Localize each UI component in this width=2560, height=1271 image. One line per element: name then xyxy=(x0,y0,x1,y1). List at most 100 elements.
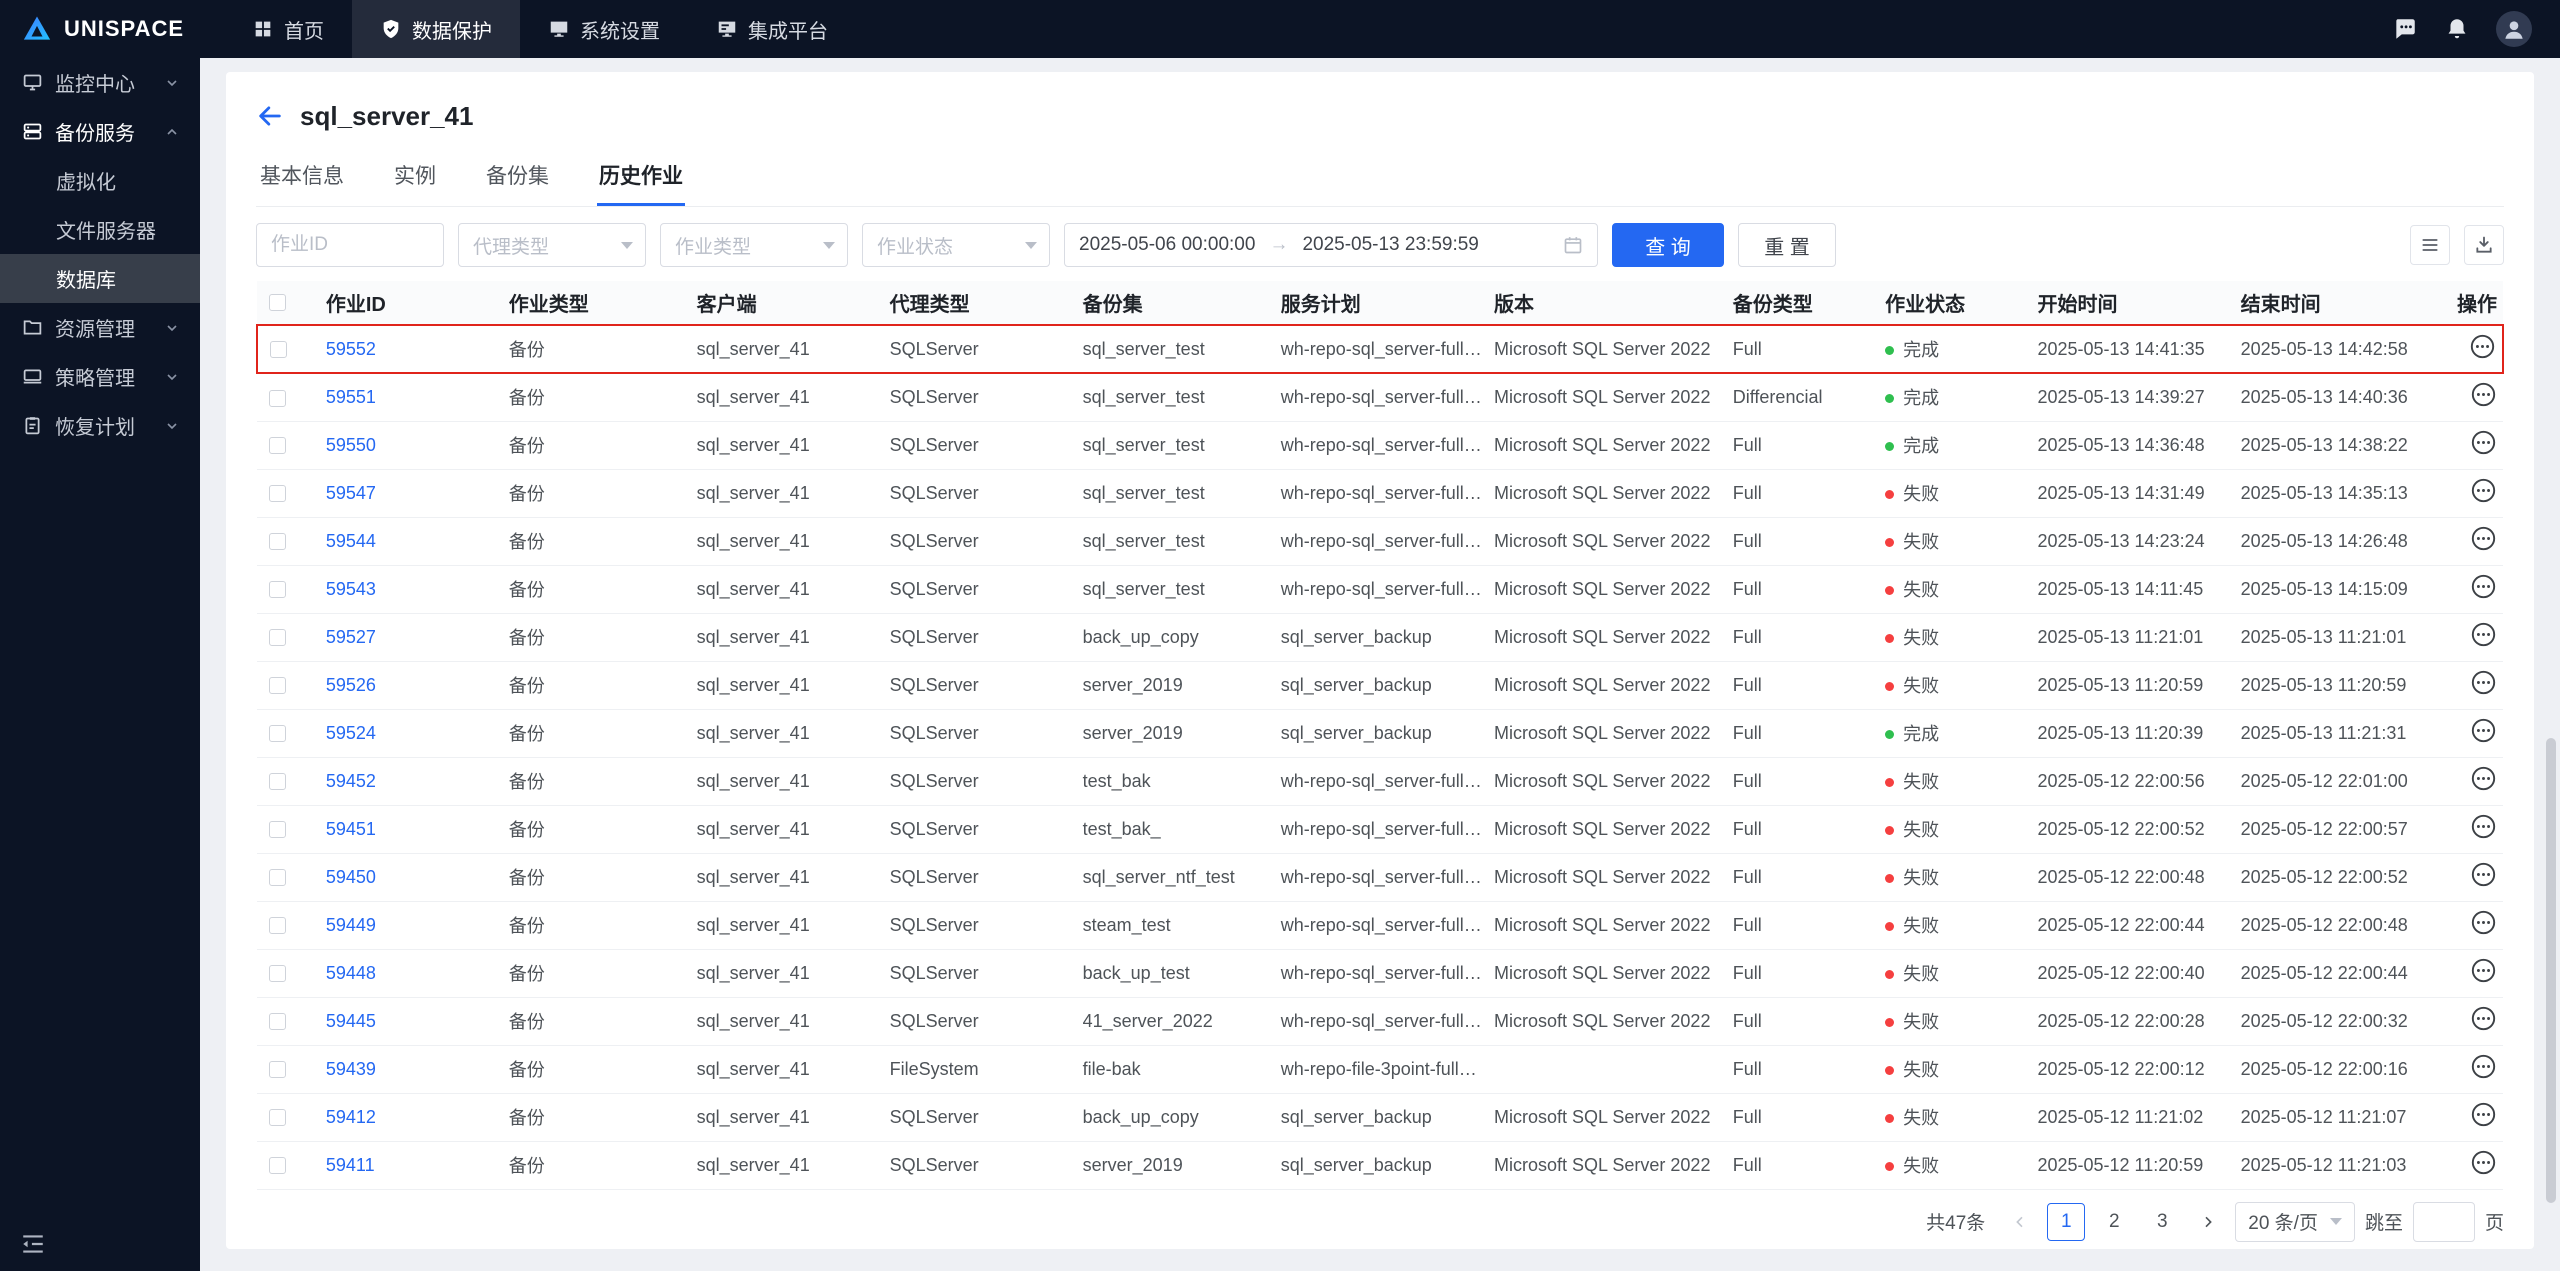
row-checkbox[interactable] xyxy=(269,437,286,454)
row-checkbox[interactable] xyxy=(269,485,286,502)
user-avatar[interactable] xyxy=(2496,11,2532,47)
folder-icon xyxy=(22,317,43,338)
export-button[interactable] xyxy=(2464,225,2504,265)
page-button-3[interactable]: 3 xyxy=(2143,1203,2181,1241)
home-grid-icon xyxy=(252,18,274,40)
job-id-link[interactable]: 59526 xyxy=(326,675,376,695)
row-more-actions-button[interactable] xyxy=(2470,957,2497,984)
row-more-actions-button[interactable] xyxy=(2469,333,2496,360)
topnav-data-protection[interactable]: 数据保护 xyxy=(352,0,520,58)
agent-type-select[interactable]: 代理类型 xyxy=(458,223,646,267)
sidebar-item-resource-management[interactable]: 资源管理 xyxy=(0,303,200,352)
row-more-actions-button[interactable] xyxy=(2470,861,2497,888)
tab-history-jobs[interactable]: 历史作业 xyxy=(597,150,685,206)
collapse-sidebar-icon[interactable] xyxy=(20,1231,46,1257)
tab-instances[interactable]: 实例 xyxy=(392,150,438,206)
page-size-select[interactable]: 20 条/页 xyxy=(2235,1202,2355,1242)
job-id-link[interactable]: 59547 xyxy=(326,483,376,503)
job-id-link[interactable]: 59550 xyxy=(326,435,376,455)
job-id-link[interactable]: 59544 xyxy=(326,531,376,551)
job-id-input[interactable] xyxy=(256,223,444,267)
job-id-link[interactable]: 59543 xyxy=(326,579,376,599)
row-more-actions-button[interactable] xyxy=(2470,1053,2497,1080)
job-type-select[interactable]: 作业类型 xyxy=(660,223,848,267)
job-id-link[interactable]: 59445 xyxy=(326,1011,376,1031)
row-more-actions-button[interactable] xyxy=(2470,717,2497,744)
row-checkbox[interactable] xyxy=(269,390,286,407)
jobs-table: 作业ID 作业类型 客户端 代理类型 备份集 服务计划 版本 备份类型 作业状态… xyxy=(256,281,2504,1190)
job-status-select[interactable]: 作业状态 xyxy=(862,223,1050,267)
row-checkbox[interactable] xyxy=(269,773,286,790)
row-more-actions-button[interactable] xyxy=(2470,813,2497,840)
row-more-actions-button[interactable] xyxy=(2470,525,2497,552)
tab-backup-sets[interactable]: 备份集 xyxy=(484,150,551,206)
job-id-link[interactable]: 59452 xyxy=(326,771,376,791)
date-range-picker[interactable]: 2025-05-06 00:00:00 → 2025-05-13 23:59:5… xyxy=(1064,223,1598,267)
row-checkbox[interactable] xyxy=(269,677,286,694)
job-id-link[interactable]: 59524 xyxy=(326,723,376,743)
sidebar-subitem-virtualization[interactable]: 虚拟化 xyxy=(0,156,200,205)
row-more-actions-button[interactable] xyxy=(2470,477,2497,504)
row-more-actions-button[interactable] xyxy=(2470,573,2497,600)
job-id-link[interactable]: 59448 xyxy=(326,963,376,983)
job-id-link[interactable]: 59439 xyxy=(326,1059,376,1079)
row-checkbox[interactable] xyxy=(269,965,286,982)
row-more-actions-button[interactable] xyxy=(2470,765,2497,792)
row-checkbox[interactable] xyxy=(269,629,286,646)
row-checkbox[interactable] xyxy=(269,1013,286,1030)
job-id-link[interactable]: 59411 xyxy=(326,1155,375,1175)
job-id-link[interactable]: 59451 xyxy=(326,819,376,839)
sidebar-item-monitoring-center[interactable]: 监控中心 xyxy=(0,58,200,107)
window-scrollbar[interactable] xyxy=(2546,738,2556,1203)
jump-page-input[interactable] xyxy=(2413,1202,2475,1242)
page-button-2[interactable]: 2 xyxy=(2095,1203,2133,1241)
bell-icon[interactable] xyxy=(2444,16,2470,42)
prev-page-button[interactable] xyxy=(2003,1203,2037,1241)
row-checkbox[interactable] xyxy=(269,725,286,742)
message-icon[interactable] xyxy=(2392,16,2418,42)
start-time-cell: 2025-05-12 11:21:02 xyxy=(2025,1093,2228,1141)
job-id-link[interactable]: 59527 xyxy=(326,627,376,647)
row-checkbox[interactable] xyxy=(269,533,286,550)
job-id-link[interactable]: 59450 xyxy=(326,867,376,887)
row-checkbox[interactable] xyxy=(269,821,286,838)
row-more-actions-button[interactable] xyxy=(2470,381,2497,408)
next-page-button[interactable] xyxy=(2191,1203,2225,1241)
sidebar-subitem-file-server[interactable]: 文件服务器 xyxy=(0,205,200,254)
topnav-integration-platform[interactable]: 集成平台 xyxy=(688,0,856,58)
topnav-home[interactable]: 首页 xyxy=(224,0,352,58)
row-more-actions-button[interactable] xyxy=(2470,909,2497,936)
page-button-1[interactable]: 1 xyxy=(2047,1203,2085,1241)
reset-button[interactable]: 重 置 xyxy=(1738,223,1836,267)
job-id-link[interactable]: 59412 xyxy=(326,1107,376,1127)
search-button[interactable]: 查 询 xyxy=(1612,223,1724,267)
status-text: 失败 xyxy=(1903,772,1939,792)
row-checkbox[interactable] xyxy=(269,869,286,886)
back-arrow-icon[interactable] xyxy=(256,102,284,130)
row-more-actions-button[interactable] xyxy=(2470,621,2497,648)
row-checkbox[interactable] xyxy=(269,1109,286,1126)
topnav-system-settings[interactable]: 系统设置 xyxy=(520,0,688,58)
sidebar-item-recovery-plan[interactable]: 恢复计划 xyxy=(0,401,200,450)
row-checkbox[interactable] xyxy=(269,917,286,934)
row-checkbox[interactable] xyxy=(270,341,287,358)
sidebar-subitem-database[interactable]: 数据库 xyxy=(0,254,200,303)
row-more-actions-button[interactable] xyxy=(2470,429,2497,456)
job-id-link[interactable]: 59551 xyxy=(326,387,376,407)
status-cell: 完成 xyxy=(1873,325,2025,373)
row-more-actions-button[interactable] xyxy=(2470,669,2497,696)
sidebar-item-policy-management[interactable]: 策略管理 xyxy=(0,352,200,401)
job-id-link[interactable]: 59449 xyxy=(326,915,376,935)
row-checkbox[interactable] xyxy=(269,581,286,598)
job-id-link[interactable]: 59552 xyxy=(326,339,376,359)
select-all-checkbox[interactable] xyxy=(269,294,286,311)
row-checkbox[interactable] xyxy=(269,1061,286,1078)
table-row: 59551 备份 sql_server_41 SQLServer sql_ser… xyxy=(257,373,2503,421)
tab-basic-info[interactable]: 基本信息 xyxy=(258,150,346,206)
row-more-actions-button[interactable] xyxy=(2470,1005,2497,1032)
column-settings-button[interactable] xyxy=(2410,225,2450,265)
row-more-actions-button[interactable] xyxy=(2470,1101,2497,1128)
row-checkbox[interactable] xyxy=(269,1157,286,1174)
sidebar-item-backup-service[interactable]: 备份服务 xyxy=(0,107,200,156)
row-more-actions-button[interactable] xyxy=(2470,1149,2497,1176)
